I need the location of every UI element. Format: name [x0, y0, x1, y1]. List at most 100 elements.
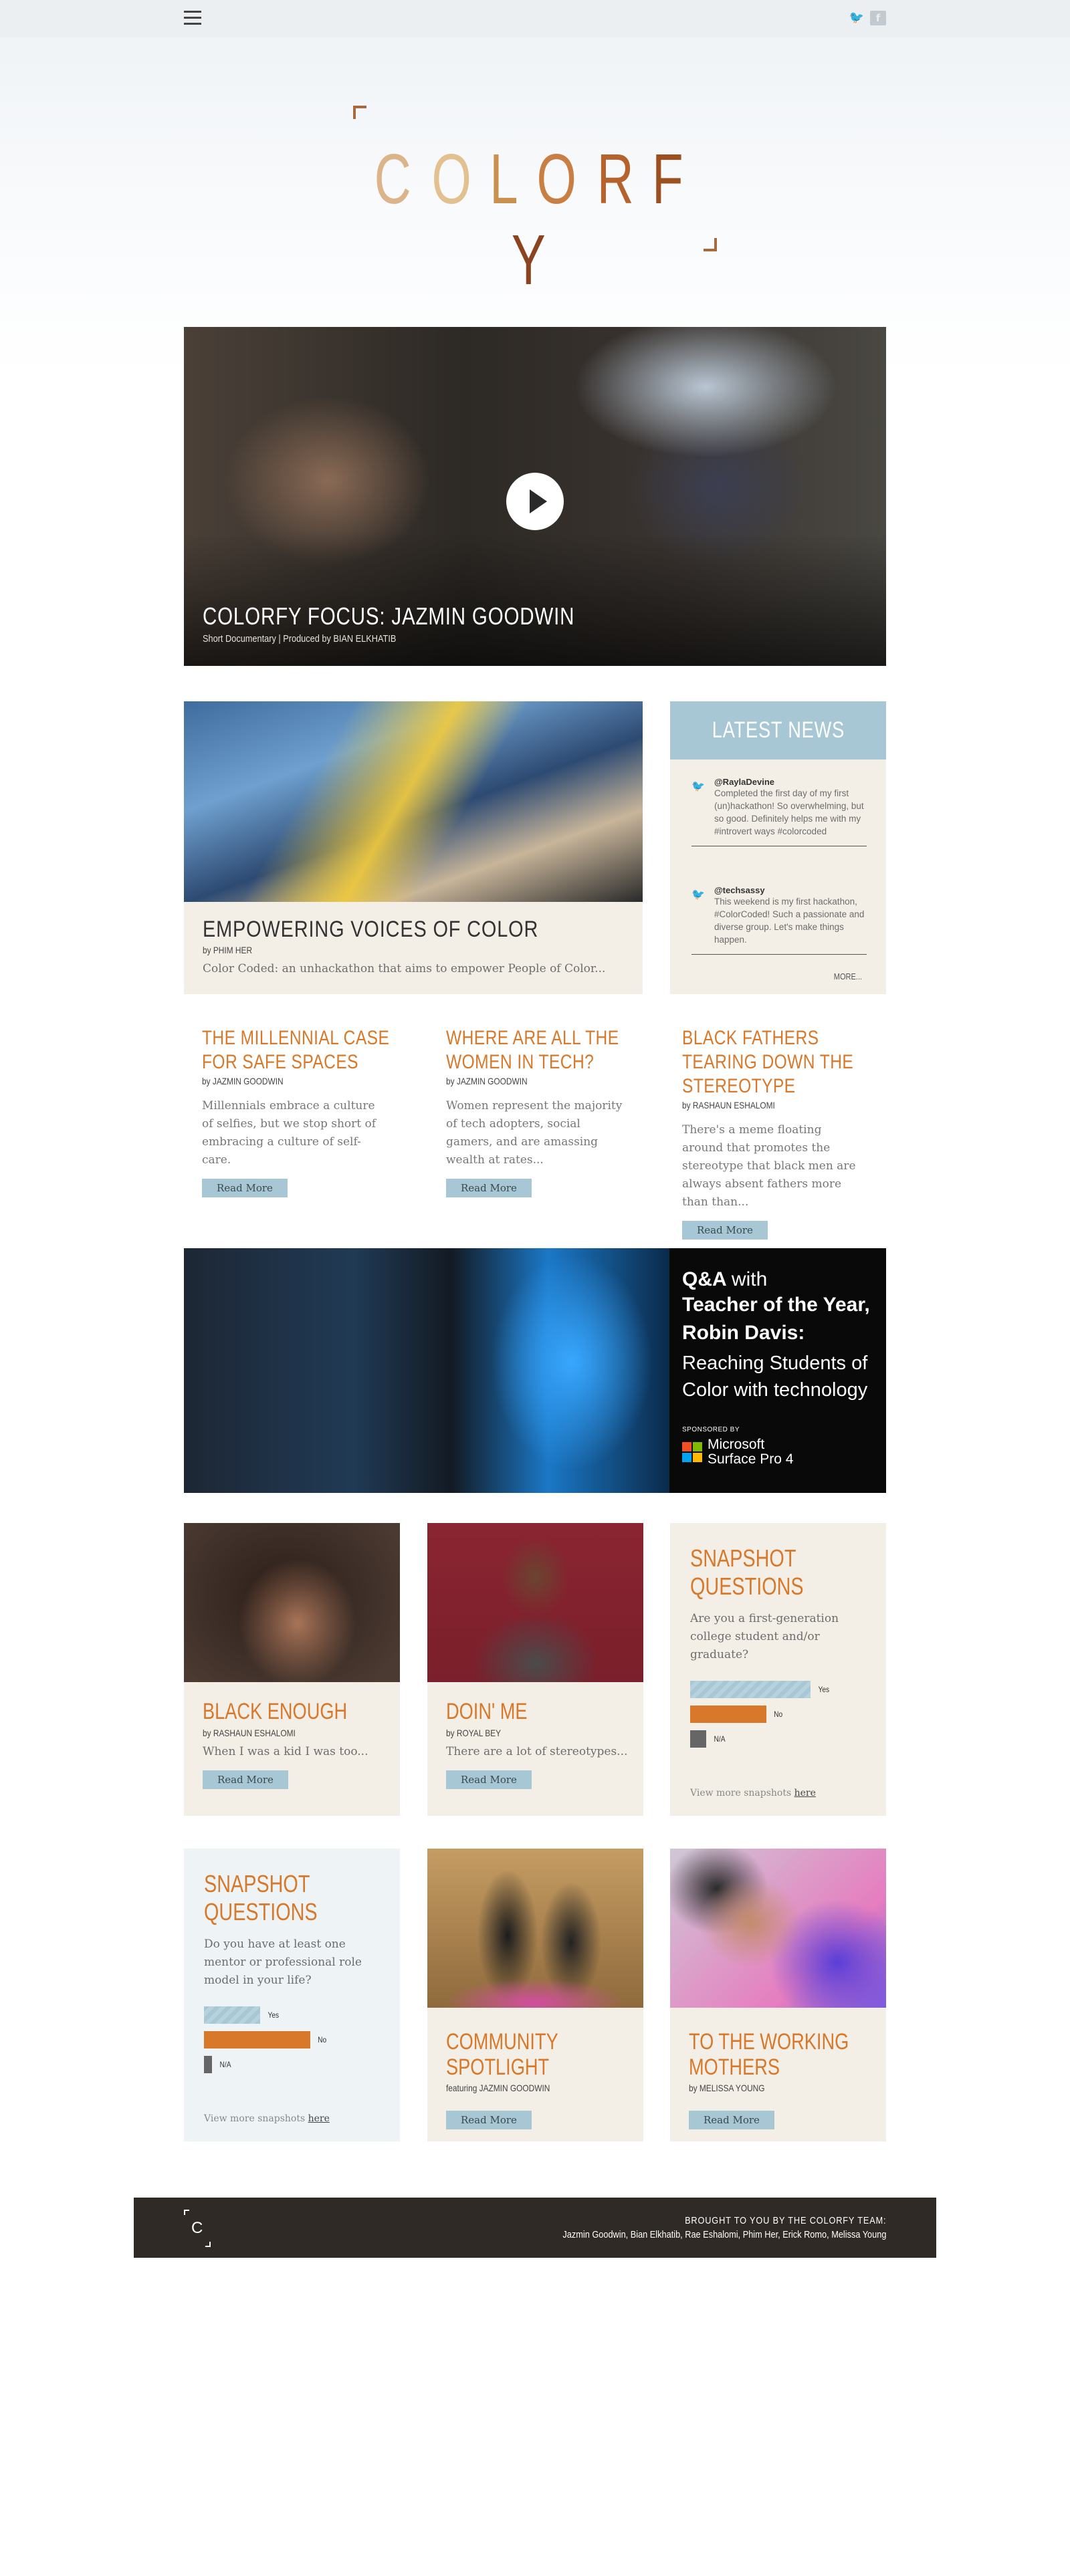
- qa-banner[interactable]: Q&A with Teacher of the Year, Robin Davi…: [184, 1248, 886, 1493]
- article-title[interactable]: THE MILLENNIAL CASE FOR SAFE SPACES: [202, 1026, 399, 1074]
- read-more-button[interactable]: Read More: [446, 2111, 532, 2129]
- banner-line2: Robin Davis:: [682, 1322, 805, 1344]
- article-byline: by JAZMIN GOODWIN: [446, 1076, 528, 1086]
- sponsored-label: SPONSORED BY: [682, 1426, 740, 1433]
- news-more-link[interactable]: MORE...: [834, 971, 862, 981]
- article-excerpt: Millennials embrace a culture of selfies…: [202, 1099, 377, 1167]
- story-title[interactable]: TO THE WORKING MOTHERS: [689, 2029, 881, 2080]
- hamburger-icon[interactable]: [184, 11, 201, 25]
- story-title[interactable]: DOIN' ME: [446, 1698, 639, 1725]
- windows-icon-square: [682, 1442, 691, 1451]
- social-links: 🐦 f: [849, 11, 886, 25]
- snapshot-question: Do you have at least one mentor or profe…: [204, 1938, 362, 1987]
- banner-with: with: [731, 1268, 768, 1290]
- story-title[interactable]: COMMUNITY SPOTLIGHT: [446, 2029, 639, 2080]
- story-tile[interactable]: COMMUNITY SPOTLIGHT featuring JAZMIN GOO…: [427, 1849, 643, 2141]
- logo-letter: Y: [511, 221, 559, 300]
- logo-wordmark: COLORFY: [353, 139, 717, 301]
- story-title[interactable]: BLACK ENOUGH: [203, 1698, 395, 1725]
- tweet-handle[interactable]: @RaylaDevine: [714, 777, 867, 787]
- read-more-button[interactable]: Read More: [682, 1221, 768, 1240]
- twitter-icon: 🐦: [691, 888, 705, 901]
- logo-letter: L: [490, 140, 532, 219]
- windows-icon-square: [693, 1453, 702, 1462]
- feature-image: [184, 701, 643, 902]
- article-excerpt: There's a meme floating around that prom…: [682, 1123, 856, 1209]
- feature-card[interactable]: EMPOWERING VOICES OF COLOR by PHIM HER C…: [184, 701, 643, 994]
- footer-team-names: Jazmin Goodwin, Bian Elkhatib, Rae Eshal…: [562, 2229, 886, 2240]
- twitter-icon[interactable]: 🐦: [849, 11, 865, 25]
- snapshot-bar-label: No: [318, 2035, 327, 2044]
- story-excerpt: There are a lot of stereotypes...: [446, 1745, 628, 1758]
- read-more-button[interactable]: Read More: [689, 2111, 774, 2129]
- latest-news-heading: LATEST NEWS: [670, 701, 886, 759]
- snapshot-bar-label: No: [774, 1710, 783, 1719]
- snapshot-bar-label: N/A: [219, 2060, 231, 2069]
- tweet-handle[interactable]: @techsassy: [714, 885, 867, 895]
- snapshot-bar: [690, 1706, 766, 1723]
- windows-icon-square: [682, 1453, 691, 1462]
- tweet-item[interactable]: 🐦 @RaylaDevine Completed the first day o…: [691, 777, 867, 846]
- snapshot-card: SNAPSHOT QUESTIONS Are you a first-gener…: [670, 1523, 886, 1816]
- tweet-item[interactable]: 🐦 @techsassy This weekend is my first ha…: [691, 885, 867, 955]
- facebook-icon[interactable]: f: [870, 11, 886, 25]
- read-more-button[interactable]: Read More: [203, 1770, 288, 1789]
- banner-line3: Reaching Students of: [682, 1353, 868, 1374]
- latest-news-panel: LATEST NEWS 🐦 @RaylaDevine Completed the…: [670, 701, 886, 994]
- hero-subtitle: Short Documentary | Produced by BIAN ELK…: [203, 633, 397, 645]
- divider: [691, 954, 867, 955]
- article-card: BLACK FATHERS TEARING DOWN THE STEREOTYP…: [682, 1026, 883, 1240]
- snapshot-more-link[interactable]: here: [794, 1788, 816, 1798]
- sponsor-product: Surface Pro 4: [708, 1451, 794, 1467]
- snapshot-more: View more snapshots here: [690, 1788, 816, 1798]
- snapshot-bar: [204, 2031, 310, 2048]
- play-icon[interactable]: [506, 473, 564, 530]
- article-title[interactable]: WHERE ARE ALL THE WOMEN IN TECH?: [446, 1026, 643, 1074]
- footer-logo[interactable]: C: [184, 2210, 211, 2247]
- story-image: [670, 1849, 886, 2008]
- story-byline: by MELISSA YOUNG: [689, 2083, 765, 2093]
- snapshot-card: SNAPSHOT QUESTIONS Do you have at least …: [184, 1849, 400, 2141]
- snapshot-bar-row: N/A: [690, 1730, 831, 1748]
- snapshot-question: Are you a first-generation college stude…: [690, 1612, 839, 1661]
- snapshot-title: SNAPSHOT QUESTIONS: [690, 1544, 804, 1600]
- snapshot-bar-label: Yes: [818, 1685, 830, 1694]
- read-more-button[interactable]: Read More: [446, 1179, 532, 1197]
- article-byline: by RASHAUN ESHALOMI: [682, 1100, 775, 1110]
- colorfy-logo[interactable]: COLORFY: [353, 106, 717, 300]
- story-tile[interactable]: BLACK ENOUGH by RASHAUN ESHALOMI When I …: [184, 1523, 400, 1816]
- story-byline: featuring JAZMIN GOODWIN: [446, 2083, 550, 2093]
- snapshot-bar-row: Yes: [690, 1681, 831, 1698]
- microsoft-logo: Microsoft Surface Pro 4: [682, 1437, 870, 1467]
- sponsor-brand: Microsoft: [708, 1437, 765, 1452]
- hero-video[interactable]: COLORFY FOCUS: JAZMIN GOODWIN Short Docu…: [184, 327, 886, 666]
- windows-icon-square: [693, 1442, 702, 1451]
- feature-title[interactable]: EMPOWERING VOICES OF COLOR: [203, 917, 538, 943]
- twitter-icon: 🐦: [691, 780, 705, 792]
- snapshot-bars: Yes No N/A: [690, 1681, 831, 1755]
- logo-letter: O: [536, 140, 591, 219]
- banner-image: [184, 1248, 669, 1493]
- windows-icon: [682, 1442, 702, 1462]
- story-tile[interactable]: DOIN' ME by ROYAL BEY There are a lot of…: [427, 1523, 643, 1816]
- story-image: [184, 1523, 400, 1682]
- banner-line4: Color with technology: [682, 1379, 868, 1401]
- snapshot-bar-row: No: [690, 1706, 831, 1723]
- banner-line1: Teacher of the Year,: [682, 1294, 870, 1316]
- snapshot-bar-label: Yes: [268, 2010, 280, 2020]
- footer-heading: BROUGHT TO YOU BY THE COLORFY TEAM:: [684, 2215, 886, 2226]
- snapshot-bar: [690, 1681, 811, 1698]
- article-card: THE MILLENNIAL CASE FOR SAFE SPACES by J…: [202, 1026, 403, 1197]
- footer: C BROUGHT TO YOU BY THE COLORFY TEAM: Ja…: [134, 2198, 936, 2258]
- snapshot-bar: [204, 2056, 212, 2073]
- snapshot-bar-row: Yes: [204, 2006, 327, 2024]
- tweet-text: Completed the first day of my first (un)…: [714, 788, 864, 836]
- snapshot-more-link[interactable]: here: [308, 2113, 330, 2124]
- story-tile[interactable]: TO THE WORKING MOTHERS by MELISSA YOUNG …: [670, 1849, 886, 2141]
- article-title[interactable]: BLACK FATHERS TEARING DOWN THE STEREOTYP…: [682, 1026, 879, 1098]
- read-more-button[interactable]: Read More: [202, 1179, 288, 1197]
- logo-letter: C: [374, 140, 425, 219]
- snapshot-bars: Yes No N/A: [204, 2006, 327, 2081]
- logo-letter: F: [652, 140, 697, 219]
- read-more-button[interactable]: Read More: [446, 1770, 532, 1789]
